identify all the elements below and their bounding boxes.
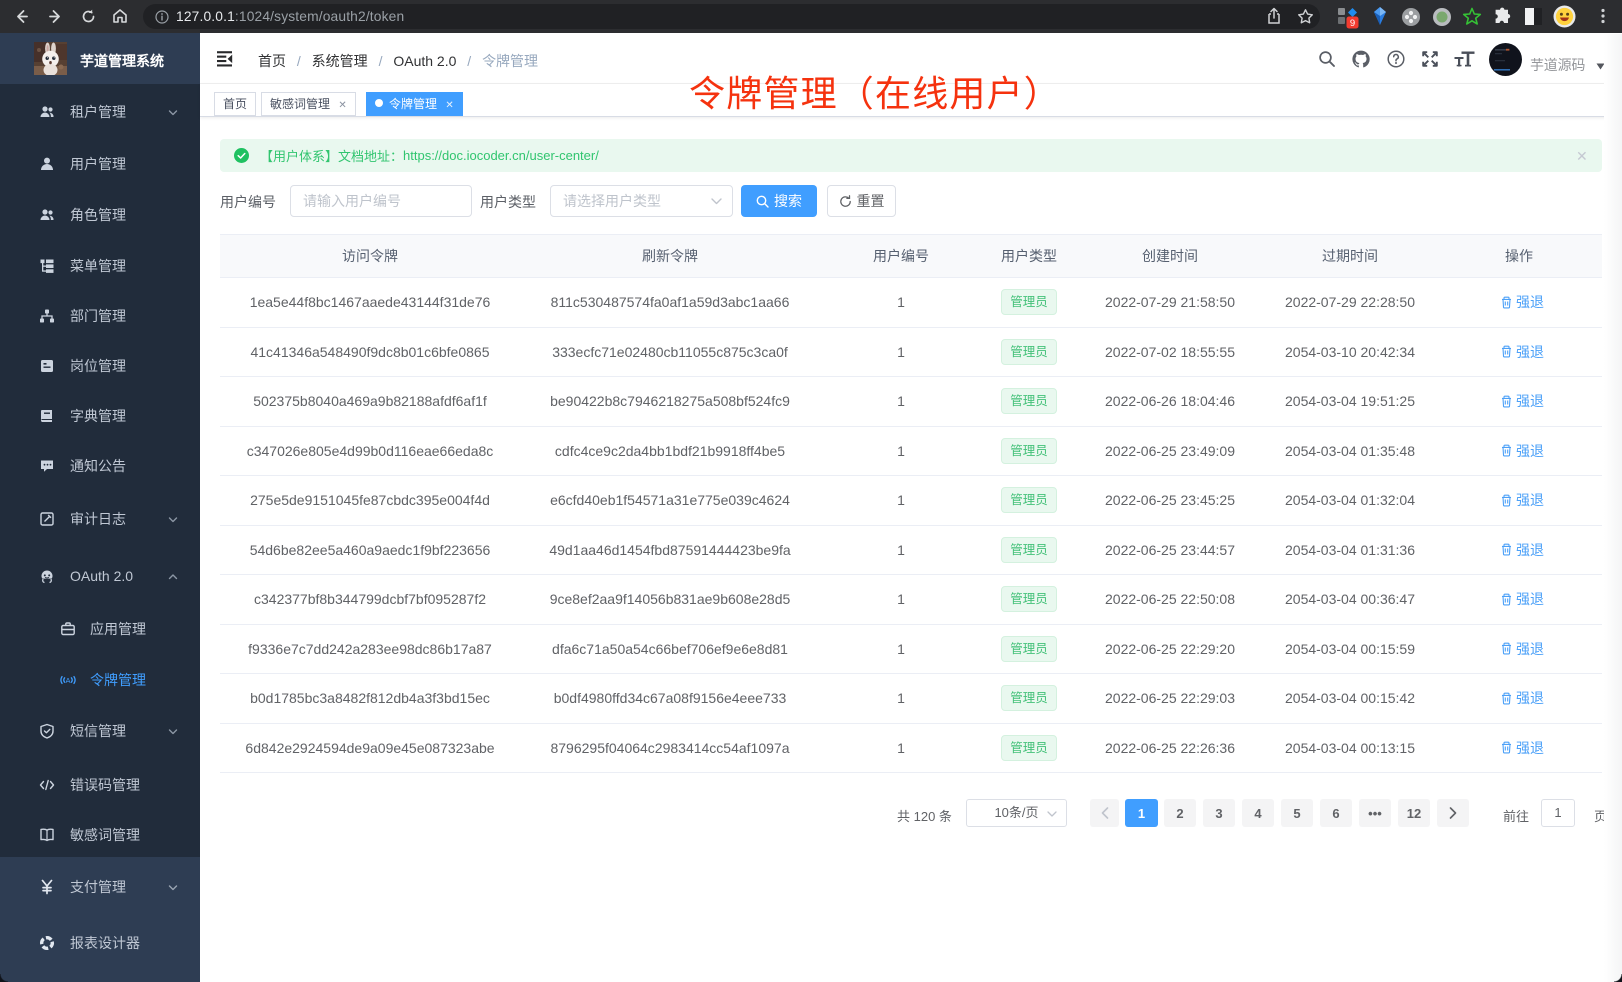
svg-text:9: 9 xyxy=(1350,18,1355,29)
svg-text:A: A xyxy=(65,676,70,685)
